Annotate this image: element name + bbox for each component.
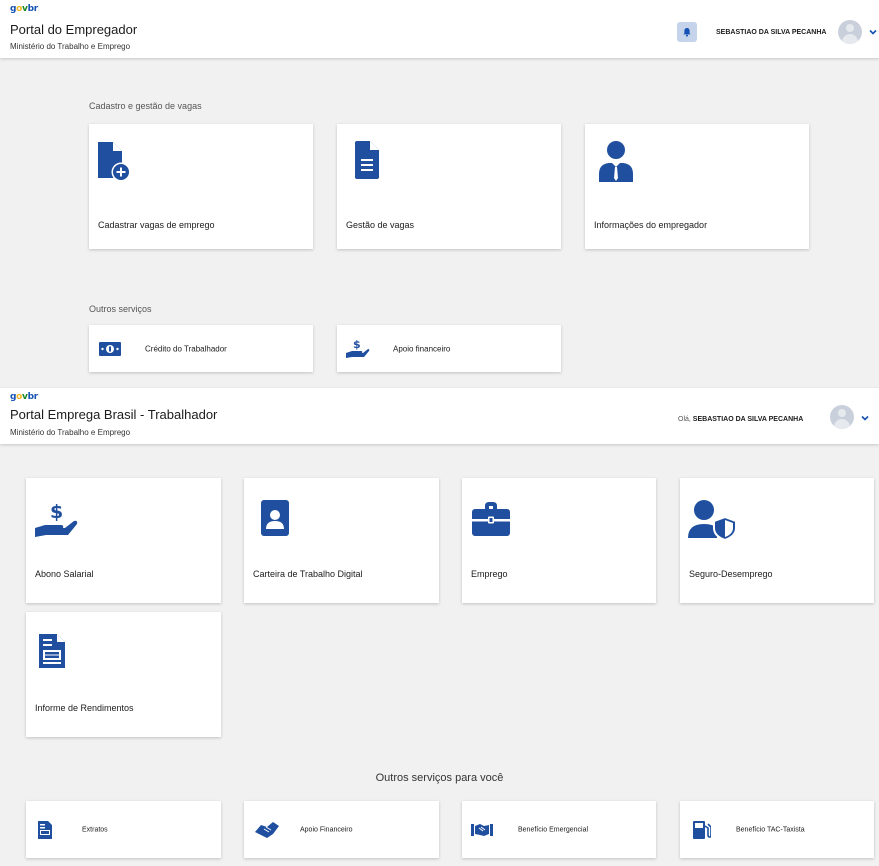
govbr-logo[interactable]: govbr xyxy=(10,4,38,14)
employer-header: govbr Portal do Empregador Ministério do… xyxy=(0,0,879,58)
worker-portal-panel: govbr Portal Emprega Brasil - Trabalhado… xyxy=(0,388,879,866)
section-title: Outros serviços para você xyxy=(375,772,504,784)
document-icon xyxy=(355,141,379,179)
service-label: Benefício TAC-Taxista xyxy=(736,826,805,833)
user-greeting[interactable]: Olá, SEBASTIAO DA SILVA PECANHA xyxy=(678,416,803,423)
money-icon xyxy=(99,341,121,356)
service-beneficio-tac-taxista[interactable]: Benefício TAC-Taxista xyxy=(680,801,874,858)
card-label: Cadastrar vagas de emprego xyxy=(98,220,215,230)
worker-header: govbr Portal Emprega Brasil - Trabalhado… xyxy=(0,388,879,444)
card-emprego[interactable]: Emprego xyxy=(462,478,656,603)
card-label: Informe de Rendimentos xyxy=(35,703,134,713)
service-label: Apoio Financeiro xyxy=(300,826,353,833)
card-label: Abono Salarial xyxy=(35,569,94,579)
notifications-button[interactable] xyxy=(677,22,697,42)
service-beneficio-emergencial[interactable]: Benefício Emergencial xyxy=(462,801,656,858)
card-abono-salarial[interactable]: $ Abono Salarial xyxy=(26,478,221,603)
emergency-handshake-icon xyxy=(471,823,493,836)
statement-icon xyxy=(38,820,52,839)
user-shield-icon xyxy=(688,500,736,540)
avatar[interactable] xyxy=(838,20,862,44)
page-title: Portal do Empregador xyxy=(10,22,138,37)
employer-portal-panel: govbr Portal do Empregador Ministério do… xyxy=(0,0,879,388)
svg-text:$: $ xyxy=(353,338,361,351)
fuel-icon xyxy=(693,820,711,839)
card-label: Gestão de vagas xyxy=(346,220,415,230)
card-gestao-vagas[interactable]: Gestão de vagas xyxy=(337,124,561,249)
service-apoio-financeiro[interactable]: Apoio Financeiro xyxy=(244,801,439,858)
avatar[interactable] xyxy=(830,405,854,429)
card-label: Emprego xyxy=(471,569,508,579)
hand-money-icon: $ xyxy=(346,338,370,358)
report-icon xyxy=(39,634,65,668)
handshake-icon xyxy=(255,821,279,838)
service-apoio-financeiro[interactable]: $ Apoio financeiro xyxy=(337,325,561,372)
service-label: Extratos xyxy=(82,826,108,833)
chevron-down-icon[interactable] xyxy=(860,413,870,423)
service-credito-trabalhador[interactable]: Crédito do Trabalhador xyxy=(89,325,313,372)
add-document-icon xyxy=(98,142,131,182)
bell-icon xyxy=(683,28,691,37)
service-label: Crédito do Trabalhador xyxy=(145,344,227,353)
section-title: Cadastro e gestão de vagas xyxy=(89,101,202,111)
employer-icon xyxy=(599,141,633,182)
ministry-name: Ministério do Trabalho e Emprego xyxy=(10,428,131,437)
id-card-icon xyxy=(261,500,289,536)
chevron-down-icon[interactable] xyxy=(868,27,878,37)
govbr-logo[interactable]: govbr xyxy=(10,392,38,402)
card-cadastrar-vagas[interactable]: Cadastrar vagas de emprego xyxy=(89,124,313,249)
ministry-name: Ministério do Trabalho e Emprego xyxy=(10,42,131,51)
briefcase-icon xyxy=(472,502,510,536)
page-title: Portal Emprega Brasil - Trabalhador xyxy=(10,407,218,422)
user-name[interactable]: SEBASTIAO DA SILVA PECANHA xyxy=(716,29,826,36)
service-label: Apoio financeiro xyxy=(393,344,451,353)
card-label: Seguro-Desemprego xyxy=(689,569,773,579)
service-extratos[interactable]: Extratos xyxy=(26,801,221,858)
service-label: Benefício Emergencial xyxy=(518,826,589,833)
card-informe-rendimentos[interactable]: Informe de Rendimentos xyxy=(26,612,221,737)
card-seguro-desemprego[interactable]: Seguro-Desemprego xyxy=(680,478,874,603)
hand-money-icon: $ xyxy=(35,501,78,537)
card-label: Informações do empregador xyxy=(594,220,708,230)
card-label: Carteira de Trabalho Digital xyxy=(253,569,363,579)
section-title: Outros serviços xyxy=(89,304,152,314)
card-carteira-trabalho-digital[interactable]: Carteira de Trabalho Digital xyxy=(244,478,439,603)
card-informacoes-empregador[interactable]: Informações do empregador xyxy=(585,124,809,249)
svg-text:$: $ xyxy=(50,501,63,523)
